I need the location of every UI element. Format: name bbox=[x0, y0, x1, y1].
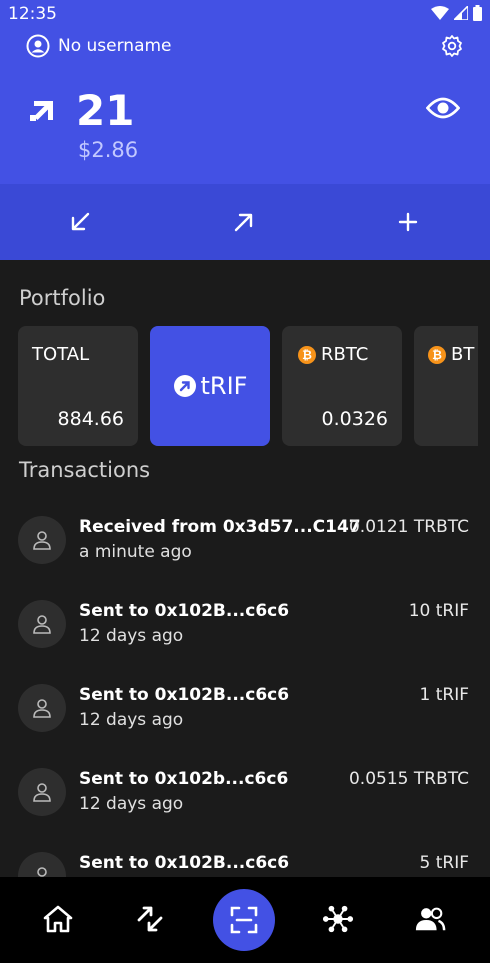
portfolio-title: Portfolio bbox=[19, 286, 106, 310]
home-icon bbox=[43, 905, 73, 933]
battery-icon bbox=[473, 5, 482, 21]
wallet-screen: 12:35 No username 21 $2.86 Portfolio TOT… bbox=[0, 0, 490, 963]
transactions-title: Transactions bbox=[19, 458, 151, 482]
list-item[interactable]: Received from 0x3d57...C147 a minute ago… bbox=[0, 500, 490, 584]
tx-time: 12 days ago bbox=[79, 794, 184, 814]
transactions-list: Received from 0x3d57...C147 a minute ago… bbox=[0, 500, 490, 878]
portfolio-carousel[interactable]: TOTAL 884.66 tRIF ₿ RBTC 0.0326 ₿ BT bbox=[18, 326, 478, 446]
tx-amount: 1 tRIF bbox=[419, 685, 470, 705]
tx-amount: 5 tRIF bbox=[419, 853, 470, 873]
status-icons bbox=[431, 5, 482, 21]
plus-icon bbox=[398, 212, 418, 232]
bitcoin-icon: ₿ bbox=[428, 346, 446, 364]
portfolio-card-rbtc[interactable]: ₿ RBTC 0.0326 bbox=[282, 326, 402, 446]
profile-button[interactable]: No username bbox=[26, 34, 172, 58]
contacts-icon bbox=[415, 907, 446, 931]
arrow-up-right-icon bbox=[234, 213, 253, 232]
card-label: BT bbox=[451, 344, 475, 365]
signal-icon bbox=[454, 6, 468, 20]
tx-amount: 0.0515 TRBTC bbox=[348, 769, 469, 789]
portfolio-card-total[interactable]: TOTAL 884.66 bbox=[18, 326, 138, 446]
scan-icon bbox=[230, 906, 258, 934]
wifi-icon bbox=[431, 6, 449, 20]
add-button[interactable] bbox=[392, 206, 424, 238]
person-icon bbox=[33, 615, 51, 634]
card-label: RBTC bbox=[321, 344, 369, 365]
tx-title: Received from 0x3d57...C147 bbox=[79, 517, 361, 537]
list-item[interactable]: Sent to 0x102B...c6c6 5 tRIF bbox=[0, 836, 490, 878]
tx-title: Sent to 0x102b...c6c6 bbox=[79, 769, 289, 789]
wallet-header: No username 21 $2.86 bbox=[0, 28, 490, 184]
rif-coin-icon bbox=[173, 375, 196, 397]
nav-home[interactable] bbox=[42, 903, 74, 935]
person-icon bbox=[33, 531, 51, 550]
balance-amount: 21 bbox=[76, 86, 135, 135]
balance-usd: $2.86 bbox=[78, 138, 139, 162]
tx-time: a minute ago bbox=[79, 542, 192, 562]
network-icon bbox=[322, 905, 354, 933]
card-value: 884.66 bbox=[57, 408, 124, 430]
nav-contacts[interactable] bbox=[414, 903, 446, 935]
bitcoin-icon: ₿ bbox=[298, 346, 316, 364]
portfolio-card-trif[interactable]: tRIF bbox=[150, 326, 270, 446]
avatar bbox=[18, 600, 66, 648]
status-bar: 12:35 bbox=[0, 0, 490, 28]
swap-icon bbox=[137, 906, 163, 932]
portfolio-card-btc[interactable]: ₿ BT bbox=[414, 326, 478, 446]
avatar bbox=[18, 684, 66, 732]
list-item[interactable]: Sent to 0x102B...c6c6 12 days ago 10 tRI… bbox=[0, 584, 490, 668]
rif-logo-icon bbox=[30, 98, 56, 128]
card-label-row: ₿ RBTC bbox=[298, 344, 368, 365]
nav-swap[interactable] bbox=[134, 903, 166, 935]
card-label-row: ₿ BT bbox=[428, 344, 474, 365]
tx-time: 12 days ago bbox=[79, 710, 184, 730]
eye-icon bbox=[425, 97, 461, 119]
user-circle-icon bbox=[26, 34, 50, 58]
gear-icon bbox=[442, 35, 462, 57]
scan-button[interactable] bbox=[213, 889, 275, 951]
status-time: 12:35 bbox=[8, 4, 57, 24]
action-bar bbox=[0, 184, 490, 260]
tx-title: Sent to 0x102B...c6c6 bbox=[79, 601, 290, 621]
username: No username bbox=[58, 36, 172, 56]
list-item[interactable]: Sent to 0x102b...c6c6 12 days ago 0.0515… bbox=[0, 752, 490, 836]
card-label: TOTAL bbox=[32, 344, 90, 365]
nav-network[interactable] bbox=[322, 903, 354, 935]
avatar bbox=[18, 768, 66, 816]
settings-button[interactable] bbox=[440, 34, 464, 58]
tx-time: 12 days ago bbox=[79, 626, 184, 646]
avatar bbox=[18, 516, 66, 564]
send-button[interactable] bbox=[228, 206, 260, 238]
receive-button[interactable] bbox=[64, 206, 96, 238]
person-icon bbox=[33, 783, 51, 802]
bottom-nav bbox=[0, 877, 490, 963]
tx-title: Sent to 0x102B...c6c6 bbox=[79, 853, 290, 873]
tx-amount: 0.0121 TRBTC bbox=[348, 517, 469, 537]
avatar bbox=[18, 852, 66, 878]
tx-amount: 10 tRIF bbox=[408, 601, 469, 621]
person-icon bbox=[33, 699, 51, 718]
card-label: tRIF bbox=[200, 372, 248, 400]
card-value: 0.0326 bbox=[321, 408, 388, 430]
toggle-balance-visibility-button[interactable] bbox=[425, 96, 461, 124]
card-content: tRIF bbox=[150, 326, 270, 446]
list-item[interactable]: Sent to 0x102B...c6c6 12 days ago 1 tRIF bbox=[0, 668, 490, 752]
arrow-down-left-icon bbox=[71, 212, 90, 231]
tx-title: Sent to 0x102B...c6c6 bbox=[79, 685, 290, 705]
